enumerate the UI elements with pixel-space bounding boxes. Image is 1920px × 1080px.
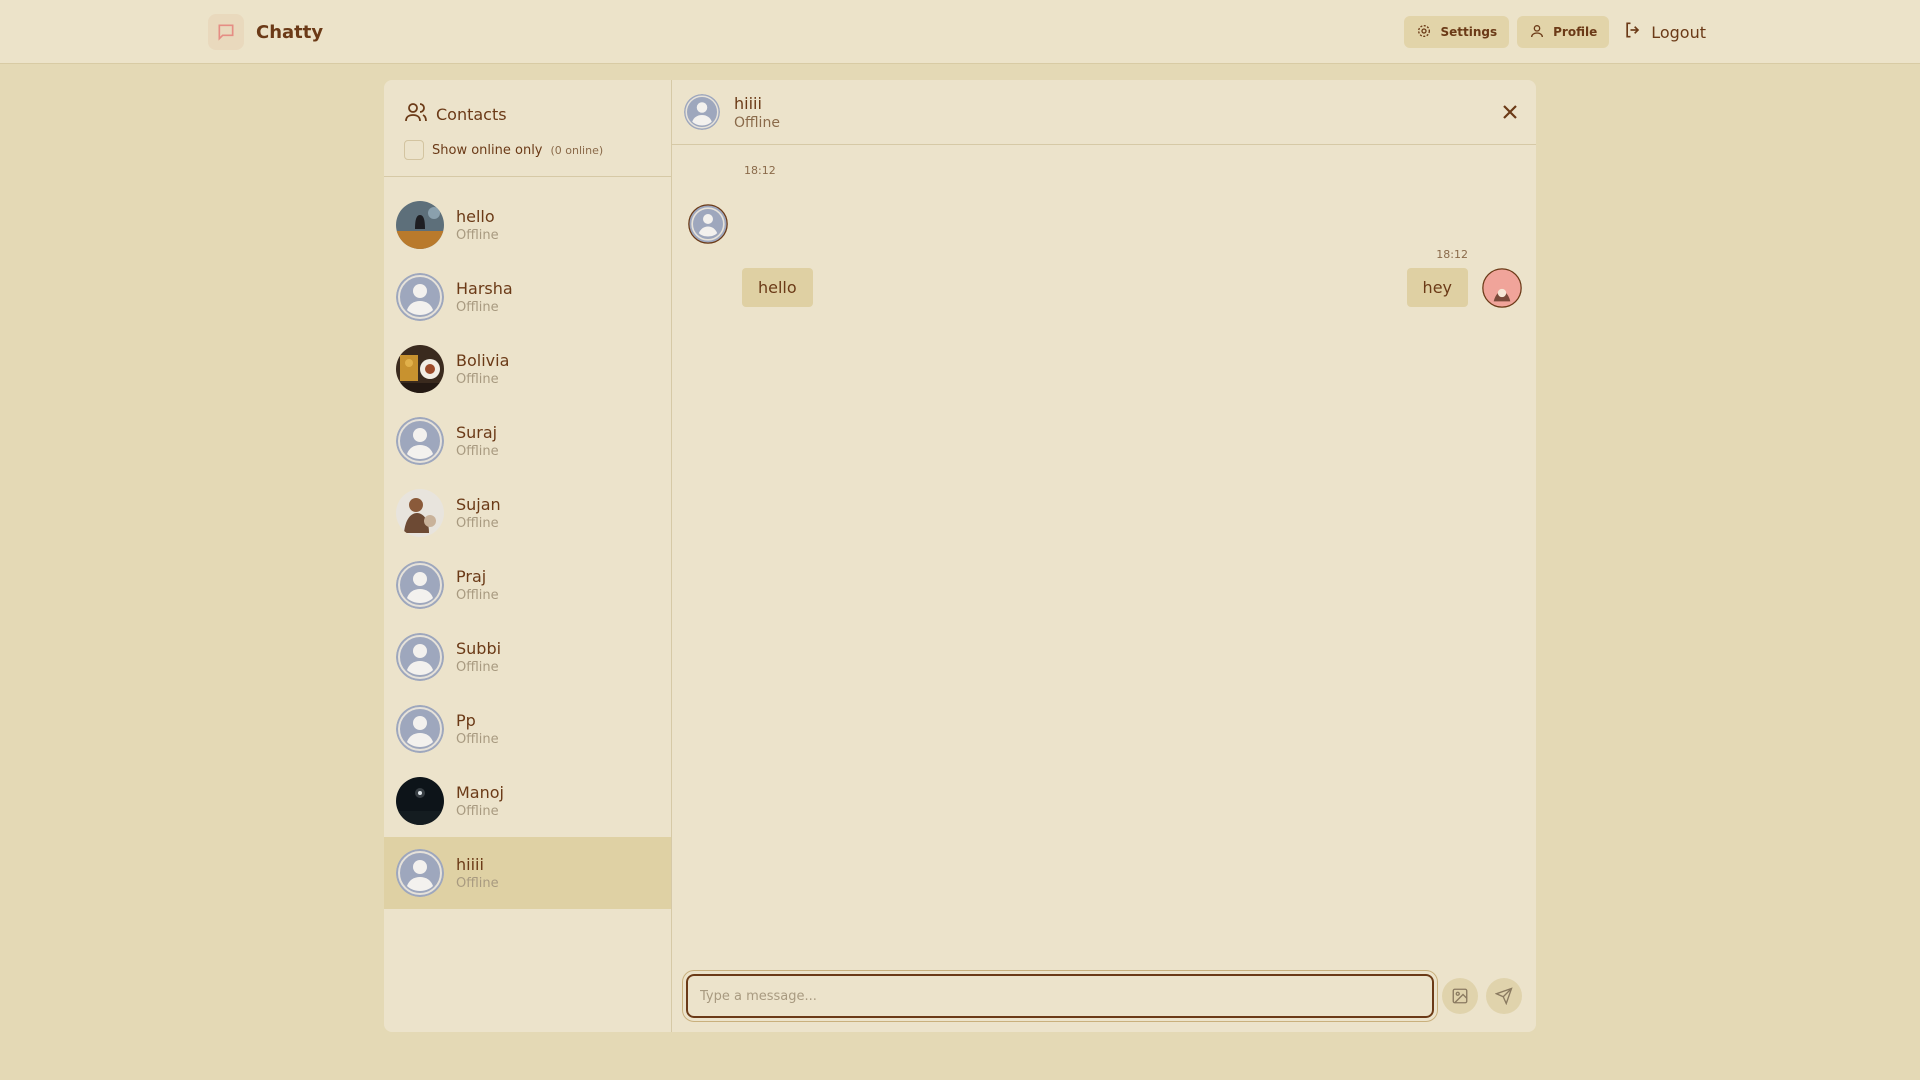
message-time: 18:12	[744, 164, 776, 177]
close-icon[interactable]	[1498, 100, 1522, 124]
contact-name: Bolivia	[456, 351, 510, 370]
contact-status: Offline	[456, 372, 499, 387]
default-avatar-icon	[396, 705, 444, 753]
contact-name: Manoj	[456, 783, 504, 802]
default-avatar-icon	[684, 94, 720, 130]
default-avatar-icon	[396, 273, 444, 321]
profile-button[interactable]: Profile	[1517, 16, 1610, 48]
online-filter: Show online only (0 online)	[404, 140, 651, 160]
default-avatar-icon	[396, 561, 444, 609]
default-avatar-icon	[396, 417, 444, 465]
contact-status: Offline	[456, 300, 499, 315]
contact-item[interactable]: hello Offline	[384, 189, 671, 261]
settings-label: Settings	[1440, 25, 1498, 39]
contact-item[interactable]: Harsha Offline	[384, 261, 671, 333]
contact-item[interactable]: Pp Offline	[384, 693, 671, 765]
message-composer	[683, 971, 1522, 1021]
contact-item[interactable]: Sujan Offline	[384, 477, 671, 549]
contact-name: Praj	[456, 567, 487, 586]
contact-name: Suraj	[456, 423, 498, 442]
contact-name: Pp	[456, 711, 476, 730]
contact-name: Sujan	[456, 495, 501, 514]
chat-bubble-icon	[208, 14, 244, 50]
profile-label: Profile	[1553, 25, 1598, 39]
users-icon	[404, 100, 428, 128]
send-icon[interactable]	[1486, 978, 1522, 1014]
settings-button[interactable]: Settings	[1404, 16, 1510, 48]
brand[interactable]: Chatty	[208, 14, 323, 50]
show-online-label[interactable]: Show online only	[432, 143, 543, 158]
logout-label: Logout	[1651, 22, 1706, 42]
contacts-title: Contacts	[404, 100, 651, 128]
message-bubble: hey	[1406, 268, 1468, 307]
contact-item-selected[interactable]: hiiii Offline	[384, 837, 671, 909]
contact-name: Subbi	[456, 639, 502, 658]
default-avatar-icon	[396, 633, 444, 681]
contacts-sidebar: Contacts Show online only (0 online) hel…	[384, 80, 672, 1032]
logout-button[interactable]: Logout	[1617, 16, 1712, 48]
chat-contact-name: hiiii	[734, 93, 762, 113]
contact-status: Offline	[456, 228, 499, 243]
chat-card: Contacts Show online only (0 online) hel…	[384, 80, 1536, 1032]
contact-status: Offline	[456, 444, 499, 459]
chat-panel: hiiii Offline 18:12 hello 18:12 hey	[672, 80, 1536, 1032]
contact-status: Offline	[456, 876, 499, 891]
nav-actions: Settings Profile Logout	[1404, 16, 1712, 48]
contact-status: Offline	[456, 516, 499, 531]
gear-icon	[1416, 23, 1432, 42]
contact-item[interactable]: Suraj Offline	[384, 405, 671, 477]
contact-name: hello	[456, 207, 495, 226]
avatar	[1482, 268, 1522, 312]
contacts-label: Contacts	[436, 104, 507, 124]
contact-item[interactable]: Manoj Offline	[384, 765, 671, 837]
contact-item[interactable]: Praj Offline	[384, 549, 671, 621]
avatar	[396, 345, 444, 393]
contact-status: Offline	[456, 732, 499, 747]
message-input[interactable]	[683, 971, 1437, 1021]
contact-list: hello Offline Harsha Offline Bolivia Off…	[384, 177, 671, 909]
chat-header: hiiii Offline	[672, 80, 1536, 145]
message-time: 18:12	[1436, 248, 1468, 261]
top-navbar: Chatty Settings Profile Logout	[0, 0, 1920, 64]
contact-status: Offline	[456, 804, 499, 819]
contact-name: Harsha	[456, 279, 513, 298]
avatar	[396, 777, 444, 825]
contact-name: hiiii	[456, 855, 484, 874]
online-count: (0 online)	[550, 143, 604, 157]
brand-name: Chatty	[256, 21, 324, 43]
show-online-checkbox[interactable]	[404, 140, 424, 160]
image-icon[interactable]	[1442, 978, 1478, 1014]
contact-status: Offline	[456, 660, 499, 675]
logout-icon	[1623, 20, 1643, 44]
default-avatar-icon	[688, 204, 728, 248]
contact-item[interactable]: Subbi Offline	[384, 621, 671, 693]
avatar	[396, 201, 444, 249]
default-avatar-icon	[396, 849, 444, 897]
chat-contact-status: Offline	[734, 114, 780, 131]
user-icon	[1529, 23, 1545, 42]
message-bubble: hello	[742, 268, 813, 307]
contact-item[interactable]: Bolivia Offline	[384, 333, 671, 405]
avatar	[396, 489, 444, 537]
sidebar-header: Contacts Show online only (0 online)	[384, 80, 671, 177]
contact-status: Offline	[456, 588, 499, 603]
